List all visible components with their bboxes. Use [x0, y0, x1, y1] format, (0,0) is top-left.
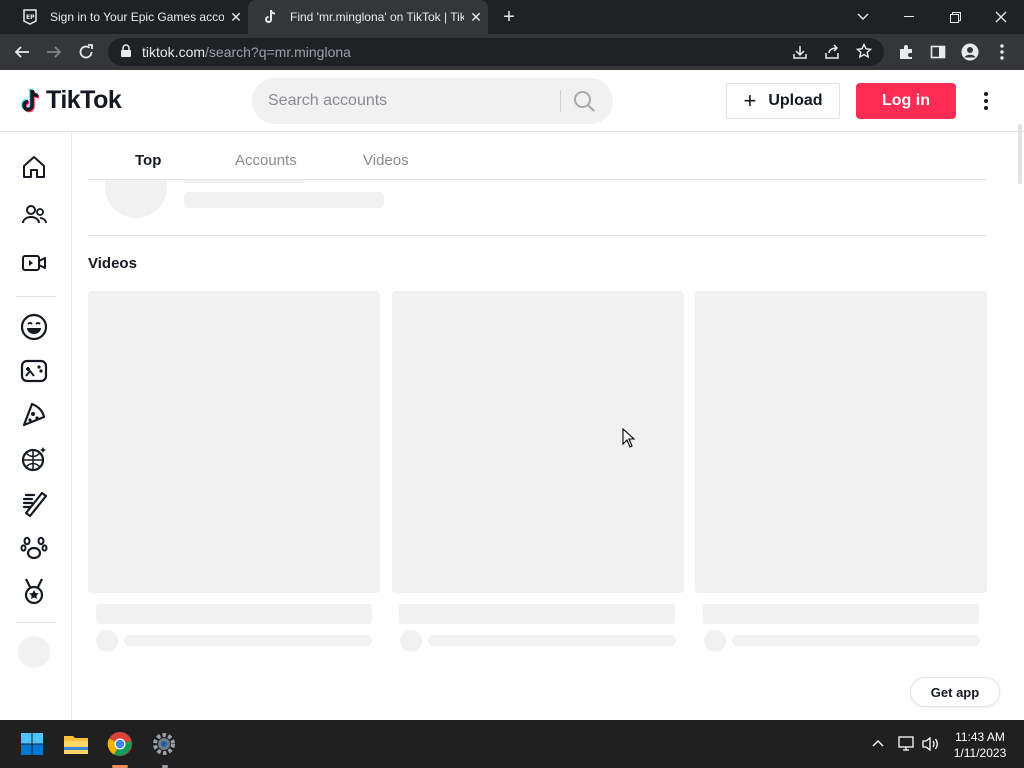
bookmark-star-icon[interactable] [855, 42, 873, 64]
author-avatar-placeholder [704, 630, 726, 652]
reload-icon[interactable] [74, 40, 98, 64]
sports-icon[interactable] [18, 575, 50, 607]
clock-date: 1/11/2023 [953, 746, 1007, 760]
animals-icon[interactable] [18, 531, 50, 563]
tab-title: Sign in to Your Epic Games accou [50, 10, 224, 24]
author-avatar-placeholder [96, 630, 118, 652]
tiktok-icon [262, 9, 278, 25]
author-name-placeholder [732, 635, 980, 646]
food-icon[interactable] [18, 399, 50, 431]
avatar-placeholder [18, 636, 50, 668]
account-avatar-placeholder [105, 180, 167, 218]
account-name-placeholder [184, 192, 384, 208]
upload-button[interactable]: + Upload [726, 83, 840, 119]
tab-videos[interactable]: Videos [363, 152, 409, 169]
comedy-icon[interactable] [18, 311, 50, 343]
back-icon[interactable] [10, 40, 34, 64]
search-results: Top Accounts Videos Videos [72, 132, 1024, 720]
videos-section-title: Videos [88, 255, 137, 272]
following-icon[interactable] [18, 199, 50, 231]
new-tab-button[interactable]: + [498, 6, 520, 28]
forward-icon[interactable] [42, 40, 66, 64]
tab-accounts[interactable]: Accounts [235, 152, 297, 169]
gaming-icon[interactable] [18, 355, 50, 387]
windows-start-icon[interactable] [16, 728, 48, 760]
search-icon[interactable] [570, 89, 598, 113]
svg-text:EP: EP [26, 14, 35, 21]
tiktok-logo[interactable]: TikTok [20, 86, 122, 115]
plus-icon: + [743, 88, 757, 113]
browser-tab-strip: EP Sign in to Your Epic Games accou ✕ Fi… [0, 0, 1024, 34]
site-header: TikTok + Upload Log in [0, 70, 1024, 132]
extensions-icon[interactable] [894, 40, 918, 64]
get-app-button[interactable]: Get app [910, 677, 1000, 707]
tab-title: Find 'mr.minglona' on TikTok | Tik [290, 10, 464, 24]
browser-tab-tiktok[interactable]: Find 'mr.minglona' on TikTok | Tik ✕ [248, 0, 488, 34]
close-window-button[interactable] [978, 0, 1024, 34]
restore-button[interactable] [932, 0, 978, 34]
logo-text: TikTok [46, 86, 122, 114]
show-hidden-icons-icon[interactable] [872, 734, 884, 750]
browser-tab-epic-games[interactable]: EP Sign in to Your Epic Games accou ✕ [8, 0, 248, 34]
windows-taskbar: 11:43 AM 1/11/2023 [0, 720, 1024, 768]
nav-divider [16, 622, 56, 623]
video-card-placeholder[interactable] [695, 291, 987, 593]
install-app-icon[interactable] [792, 44, 808, 65]
live-icon[interactable] [18, 247, 50, 279]
volume-icon[interactable] [922, 736, 940, 755]
nav-divider [16, 296, 56, 297]
side-navigation [0, 132, 72, 720]
file-explorer-icon[interactable] [60, 728, 92, 760]
login-button[interactable]: Log in [856, 83, 956, 119]
video-card-placeholder[interactable] [392, 291, 684, 593]
tiktok-logo-icon [21, 88, 40, 112]
search-divider [560, 90, 561, 112]
more-options-icon[interactable] [976, 88, 996, 114]
upload-label: Upload [768, 92, 823, 109]
system-clock[interactable]: 11:43 AM 1/11/2023 [944, 729, 1016, 761]
url-host: tiktok.com [142, 44, 206, 60]
tab-search-icon[interactable] [840, 0, 886, 34]
author-name-placeholder [428, 635, 676, 646]
author-name-placeholder [124, 635, 372, 646]
search-bar [252, 78, 613, 124]
address-bar[interactable]: tiktok.com/search?q=mr.minglona [108, 38, 884, 66]
video-caption-placeholder [703, 604, 979, 624]
lock-icon[interactable] [120, 44, 132, 63]
minimize-button[interactable] [886, 0, 932, 34]
video-caption-placeholder [399, 604, 675, 624]
close-tab-icon[interactable]: ✕ [464, 9, 488, 26]
menu-icon[interactable] [990, 40, 1014, 64]
epic-games-icon: EP [22, 9, 38, 25]
video-card-placeholder[interactable] [88, 291, 380, 593]
scrollbar[interactable] [1018, 124, 1022, 184]
video-caption-placeholder [96, 604, 372, 624]
network-icon[interactable] [898, 736, 916, 755]
settings-icon[interactable] [148, 728, 180, 760]
tab-top[interactable]: Top [135, 152, 161, 169]
dance-icon[interactable] [18, 443, 50, 475]
url-path: /search?q=mr.minglona [205, 44, 351, 60]
close-tab-icon[interactable]: ✕ [224, 9, 248, 26]
home-icon[interactable] [18, 151, 50, 183]
url-text: tiktok.com/search?q=mr.minglona [142, 44, 351, 60]
search-input[interactable] [268, 78, 558, 124]
beauty-icon[interactable] [18, 487, 50, 519]
author-avatar-placeholder [400, 630, 422, 652]
profile-icon[interactable] [958, 40, 982, 64]
chrome-icon[interactable] [104, 728, 136, 760]
share-icon[interactable] [824, 44, 840, 65]
search-tabs: Top Accounts Videos [88, 132, 986, 180]
clock-time: 11:43 AM [955, 730, 1005, 744]
side-panel-icon[interactable] [926, 40, 950, 64]
section-divider [88, 235, 986, 236]
account-name-placeholder [184, 180, 304, 183]
mouse-cursor-icon [622, 427, 636, 453]
